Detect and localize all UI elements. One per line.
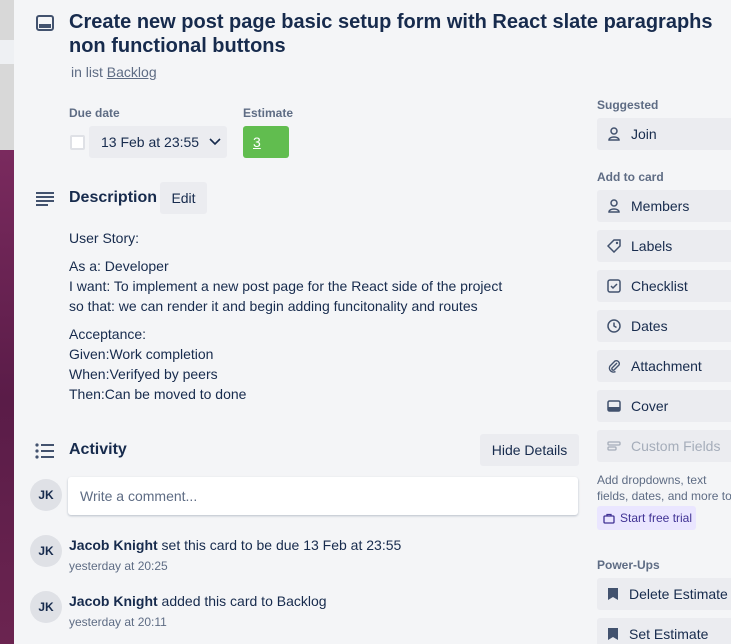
cover-label: Cover: [631, 398, 669, 414]
checklist-icon: [607, 279, 621, 293]
custom-fields-label: Custom Fields: [631, 438, 721, 454]
description-body[interactable]: User Story: As a: Developer I want: To i…: [69, 228, 569, 412]
activity-user[interactable]: Jacob Knight: [69, 537, 158, 553]
custom-fields-icon: [607, 441, 621, 451]
estimate-button[interactable]: 3: [243, 126, 289, 158]
person-icon: [608, 199, 620, 213]
checklist-label: Checklist: [631, 278, 688, 294]
attachment-label: Attachment: [631, 358, 702, 374]
add-to-card-label: Add to card: [597, 170, 664, 184]
list-breadcrumb: in list Backlog: [71, 64, 157, 80]
desc-as-a: As a: Developer: [69, 258, 169, 274]
avatar[interactable]: JK: [30, 479, 62, 511]
due-date-button[interactable]: 13 Feb at 23:55: [89, 126, 227, 158]
desc-then: Then:Can be moved to done: [69, 386, 247, 402]
desc-acceptance-lines: Acceptance: Given:Work completion When:V…: [69, 324, 569, 404]
labels-label: Labels: [631, 238, 673, 254]
card-detail-modal: Create new post page basic setup form wi…: [14, 0, 731, 644]
avatar[interactable]: JK: [30, 591, 62, 623]
activity-entry: Jacob Knight added this card to Backlog …: [69, 593, 327, 629]
labels-button[interactable]: Labels: [597, 230, 731, 262]
card-icon: [34, 12, 56, 34]
list-link[interactable]: Backlog: [107, 64, 157, 80]
comment-input[interactable]: Write a comment...: [68, 477, 578, 515]
cover-button[interactable]: Cover: [597, 390, 731, 422]
dates-button[interactable]: Dates: [597, 310, 731, 342]
activity-heading: Activity: [69, 441, 127, 458]
description-icon: [34, 188, 56, 210]
person-icon: [608, 127, 620, 141]
members-label: Members: [631, 198, 690, 214]
activity-time[interactable]: yesterday at 20:11: [69, 615, 327, 629]
due-date-value: 13 Feb at 23:55: [101, 134, 200, 150]
delete-estimate-label: Delete Estimate: [629, 586, 728, 602]
members-button[interactable]: Members: [597, 190, 731, 222]
hide-details-button[interactable]: Hide Details: [480, 434, 579, 466]
desc-i-want: I want: To implement a new post page for…: [69, 278, 503, 294]
set-estimate-label: Set Estimate: [629, 626, 709, 642]
join-label: Join: [631, 126, 657, 142]
power-ups-label: Power-Ups: [597, 558, 660, 572]
activity-action: added this card to Backlog: [157, 593, 327, 609]
activity-action: set this card to be due 13 Feb at 23:55: [157, 537, 402, 553]
due-complete-checkbox[interactable]: [70, 135, 85, 150]
estimate-label: Estimate: [243, 106, 294, 120]
backdrop-fragment: [0, 40, 14, 64]
set-estimate-button[interactable]: Set Estimate: [597, 618, 731, 644]
suggested-label: Suggested: [597, 98, 659, 112]
clock-icon: [607, 319, 621, 333]
briefcase-icon: [603, 513, 615, 524]
start-free-trial-label: Start free trial: [620, 511, 693, 525]
activity-icon: [34, 440, 56, 462]
board-backdrop: [0, 0, 14, 644]
estimate-icon: [608, 588, 618, 600]
attachment-button[interactable]: Attachment: [597, 350, 731, 382]
estimate-icon: [608, 628, 618, 640]
join-button[interactable]: Join: [597, 118, 731, 150]
desc-when: When:Verifyed by peers: [69, 366, 218, 382]
dates-label: Dates: [631, 318, 668, 334]
cover-icon: [607, 400, 621, 412]
checklist-button[interactable]: Checklist: [597, 270, 731, 302]
activity-time[interactable]: yesterday at 20:25: [69, 559, 401, 573]
tag-icon: [607, 239, 621, 253]
custom-fields-button[interactable]: Custom Fields: [597, 430, 731, 462]
delete-estimate-button[interactable]: Delete Estimate: [597, 578, 731, 610]
edit-description-button[interactable]: Edit: [160, 182, 207, 214]
desc-story-lines: As a: Developer I want: To implement a n…: [69, 256, 569, 316]
estimate-value: 3: [253, 134, 261, 150]
activity-user[interactable]: Jacob Knight: [69, 593, 158, 609]
activity-entry: Jacob Knight set this card to be due 13 …: [69, 537, 401, 573]
desc-so-that: so that: we can render it and begin addi…: [69, 298, 478, 314]
description-heading: Description: [69, 189, 158, 206]
desc-story: User Story:: [69, 230, 140, 246]
chevron-down-icon: [209, 138, 221, 146]
due-date-label: Due date: [69, 106, 120, 120]
in-list-prefix: in list: [71, 64, 103, 80]
desc-given: Given:Work completion: [69, 346, 214, 362]
paperclip-icon: [608, 360, 620, 373]
avatar[interactable]: JK: [30, 535, 62, 567]
desc-acceptance: Acceptance:: [69, 326, 147, 342]
card-title[interactable]: Create new post page basic setup form wi…: [69, 10, 729, 58]
start-free-trial-button[interactable]: Start free trial: [597, 506, 696, 530]
